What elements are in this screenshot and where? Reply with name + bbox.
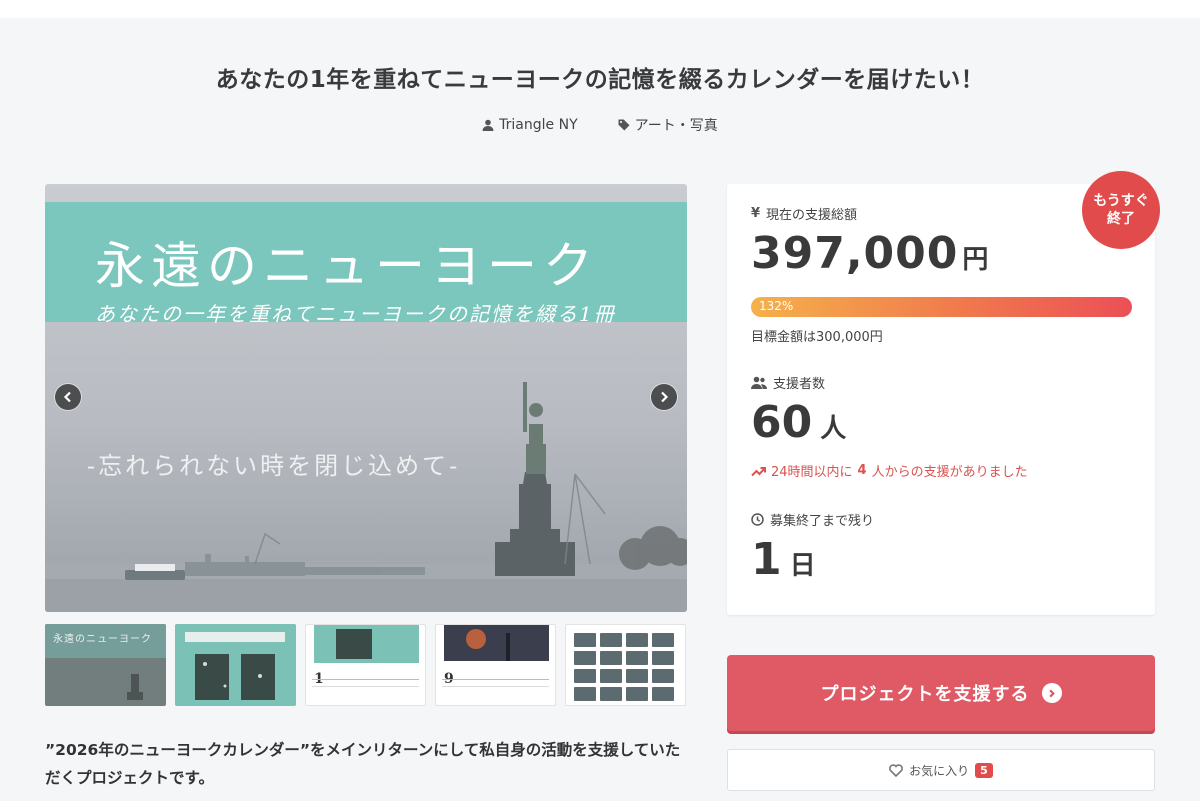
- goal-text: 目標金額は300,000円: [751, 330, 883, 345]
- thumbnail-1[interactable]: 永遠のニューヨーク: [45, 624, 166, 706]
- ending-soon-badge: もうすぐ 終了: [1082, 171, 1160, 249]
- project-meta: Triangle NY アート・写真: [0, 115, 1200, 135]
- hero-subtitle: あなたの一年を重ねてニューヨークの記憶を綴る1冊: [95, 302, 616, 326]
- trend-up-icon: [751, 466, 766, 476]
- thumbnail-strip: 永遠のニューヨーク 1 9: [45, 624, 687, 706]
- owner-name: Triangle NY: [499, 117, 578, 133]
- thumbnail-2-image: [175, 624, 296, 706]
- thumbnail-5[interactable]: [565, 624, 686, 706]
- users-icon: [751, 376, 767, 389]
- thumbnail-1-image: [127, 674, 143, 700]
- top-bar: [0, 0, 1200, 18]
- slide-prev-button[interactable]: [54, 383, 82, 411]
- slide-next-button[interactable]: [650, 383, 678, 411]
- tag-icon: [618, 119, 630, 131]
- yen-icon: ¥: [751, 206, 761, 221]
- heart-icon: [889, 763, 903, 777]
- amount-label: ¥ 現在の支援総額: [751, 206, 858, 223]
- thumbnail-2[interactable]: [175, 624, 296, 706]
- clock-icon: [751, 513, 764, 526]
- support-project-button[interactable]: プロジェクトを支援する: [727, 655, 1155, 731]
- thumbnail-4[interactable]: 9: [435, 624, 556, 706]
- favorite-label: お気に入り: [909, 763, 970, 778]
- thumbnail-5-grid: [574, 633, 674, 701]
- chevron-right-icon: [661, 391, 669, 403]
- amount-value: 397,000 円: [751, 228, 990, 279]
- favorite-count: 5: [975, 762, 993, 778]
- category-link[interactable]: アート・写真: [618, 115, 718, 135]
- backers-label: 支援者数: [751, 373, 825, 392]
- backers-value: 60 人: [751, 397, 847, 448]
- support-button-label: プロジェクトを支援する: [820, 684, 1030, 705]
- category-name: アート・写真: [634, 118, 718, 134]
- remaining-value: 1日: [751, 534, 816, 585]
- recent-support-text: 24時間以内に 4 人からの支援がありました: [751, 461, 1028, 480]
- owner-link[interactable]: Triangle NY: [482, 115, 578, 135]
- thumbnail-3[interactable]: 1: [305, 624, 426, 706]
- hero-slideshow[interactable]: 永遠のニューヨーク あなたの一年を重ねてニューヨークの記憶を綴る1冊 -忘れられ…: [45, 184, 687, 612]
- chevron-circle-right-icon: [1041, 683, 1062, 703]
- project-description: ”2026年のニューヨークカレンダー”をメインリターンにして私自身の活動を支援し…: [45, 741, 681, 787]
- user-icon: [482, 119, 494, 131]
- page-title: あなたの1年を重ねてニューヨークの記憶を綴るカレンダーを届けたい！: [215, 67, 985, 93]
- hero-title: 永遠のニューヨーク: [95, 237, 599, 295]
- chevron-left-icon: [63, 391, 71, 403]
- stats-panel: ¥ 現在の支援総額 397,000 円 132% 目標金額は300,000円 支援…: [727, 184, 1155, 615]
- progress-percent: 132%: [759, 299, 794, 313]
- progress-bar: 132%: [751, 297, 1132, 317]
- favorite-button[interactable]: お気に入り 5: [727, 749, 1155, 791]
- hero-title-band: 永遠のニューヨーク あなたの一年を重ねてニューヨークの記憶を綴る1冊: [45, 202, 687, 326]
- hero-tagline: -忘れられない時を閉じ込めて-: [87, 452, 461, 480]
- remaining-label: 募集終了まで残り: [751, 510, 874, 529]
